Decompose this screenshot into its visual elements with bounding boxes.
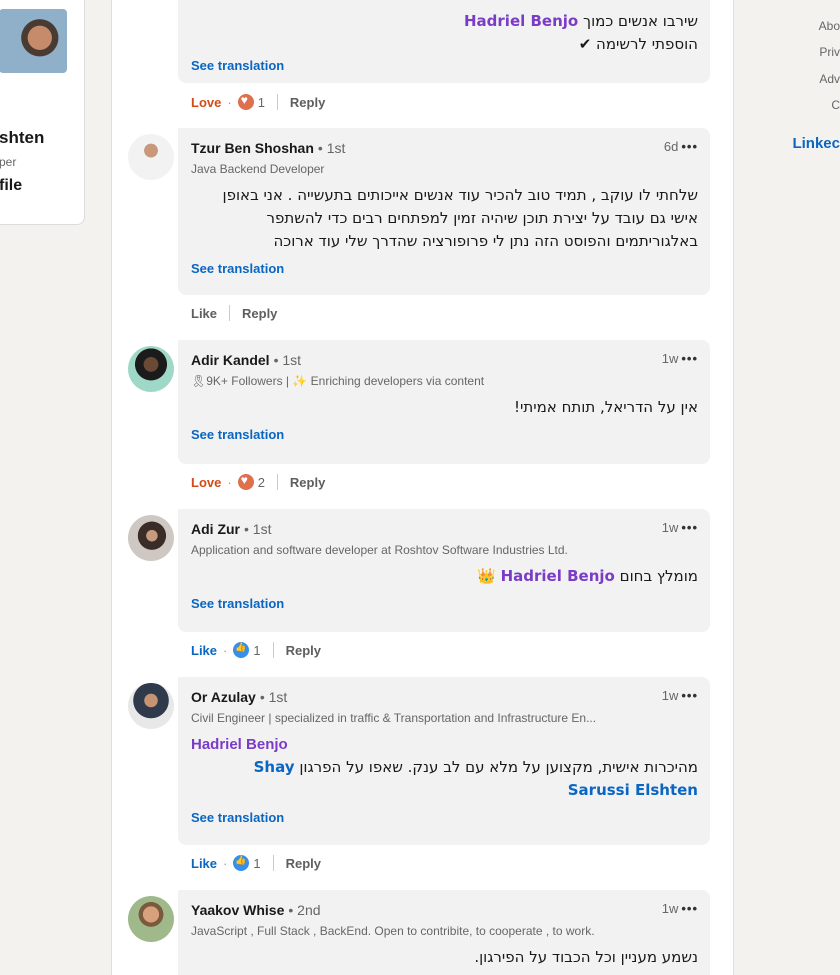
comment-bubble: Or Azulay • 1st Civil Engineer | speciali… (178, 677, 710, 845)
avatar[interactable] (128, 896, 174, 942)
comment-mention-line: Hadriel Benjo (191, 733, 698, 756)
comment-actions: Like Reply (191, 305, 277, 321)
thumbs-up-reaction-icon (233, 642, 250, 658)
comment-actions: Like · 1 Reply (191, 855, 321, 871)
comment-item: Tzur Ben Shoshan • 1st Java Backend Devel… (128, 128, 712, 328)
avatar[interactable] (128, 134, 174, 180)
comment-bubble: Adir Kandel • 1st 🎗9K+ Followers | ✨ Enri… (178, 340, 710, 464)
comment-timestamp: 1w (661, 901, 679, 916)
commenter-name[interactable]: Tzur Ben Shoshan (191, 140, 314, 156)
profile-headline: per (0, 155, 17, 169)
see-translation-link[interactable]: See translation (191, 596, 698, 611)
reaction-count[interactable]: 1 (253, 643, 260, 658)
like-button[interactable]: Like (191, 643, 217, 658)
crown-emoji-icon: 👑 (477, 567, 496, 585)
profile-name[interactable]: shten (0, 128, 44, 148)
thumbs-up-reaction-icon (233, 855, 250, 871)
linkedin-brand: Linkec (792, 135, 840, 152)
avatar[interactable] (128, 346, 174, 392)
reaction-count[interactable]: 2 (258, 475, 265, 490)
comment-text: מהיכרות אישית, מקצוען על מלא עם לב ענק. … (253, 758, 698, 799)
commenter-headline: Civil Engineer | specialized in traffic … (191, 711, 597, 725)
love-reaction-button[interactable]: Love (191, 95, 221, 110)
comment-actions: Like · 1 Reply (191, 642, 321, 658)
commenter-headline: JavaScript , Full Stack , BackEnd. Open … (191, 924, 595, 938)
comment-text: אין על הדריאל, תותח אמיתי! (514, 398, 698, 416)
comment-meta: 1w ••• (662, 351, 698, 366)
reaction-count[interactable]: 1 (253, 856, 260, 871)
comment-bubble: Yaakov Whise • 2nd JavaScript , Full Stac… (178, 890, 710, 975)
reply-button[interactable]: Reply (242, 306, 277, 321)
see-translation-link[interactable]: See translation (191, 810, 698, 825)
comment-meta: 1w ••• (662, 901, 698, 916)
right-rail: Abo Priv Adv C Linkec (760, 0, 840, 975)
avatar[interactable] (128, 515, 174, 561)
more-options-icon[interactable]: ••• (681, 351, 698, 366)
comment-text: שלחתי לו עוקב , תמיד טוב להכיר עוד אנשים… (222, 186, 698, 250)
comment-timestamp: 1w (661, 688, 679, 703)
love-reaction-button[interactable]: Love (191, 475, 221, 490)
connection-degree: • 1st (244, 521, 272, 537)
connection-degree: • 2nd (288, 902, 321, 918)
comment-item: Adir Kandel • 1st 🎗9K+ Followers | ✨ Enri… (128, 340, 712, 500)
like-button[interactable]: Like (191, 306, 217, 321)
comment-text: נשמע מעניין וכל הכבוד על הפירגון. (474, 948, 698, 966)
comment-bubble: Tzur Ben Shoshan • 1st Java Backend Devel… (178, 128, 710, 295)
comment-item: Adi Zur • 1st Application and software de… (128, 509, 712, 669)
footer-link-advertising[interactable]: Adv (819, 72, 840, 86)
comment-actions: Love · 2 Reply (191, 473, 325, 490)
comment-bubble: שירבו אנשים כמוך Hadriel Benjo הוספתי לר… (178, 0, 710, 83)
more-options-icon[interactable]: ••• (681, 520, 698, 535)
mention-link[interactable]: Hadriel Benjo (501, 567, 615, 585)
reply-button[interactable]: Reply (286, 643, 321, 658)
heart-reaction-icon (237, 93, 254, 110)
comment-timestamp: 1w (661, 351, 679, 366)
commenter-headline: Application and software developer at Ro… (191, 543, 568, 557)
connection-degree: • 1st (259, 689, 288, 705)
reaction-count[interactable]: 1 (258, 95, 265, 110)
mention-link[interactable]: Hadriel Benjo (464, 12, 578, 30)
comment-item: שירבו אנשים כמוך Hadriel Benjo הוספתי לר… (128, 0, 712, 120)
see-translation-link[interactable]: See translation (191, 427, 698, 442)
comment-timestamp: 6d (663, 139, 679, 154)
comment-bubble: Adi Zur • 1st Application and software de… (178, 509, 710, 632)
see-translation-link[interactable]: See translation (191, 58, 698, 73)
comment-meta: 1w ••• (662, 688, 698, 703)
commenter-name[interactable]: Or Azulay (191, 689, 256, 705)
comment-timestamp: 1w (661, 520, 679, 535)
commenter-name[interactable]: Adi Zur (191, 521, 240, 537)
comment-item: Or Azulay • 1st Civil Engineer | speciali… (128, 677, 712, 877)
reply-button[interactable]: Reply (290, 475, 325, 490)
reply-button[interactable]: Reply (286, 856, 321, 871)
comment-meta: 1w ••• (662, 520, 698, 535)
more-options-icon[interactable]: ••• (681, 901, 698, 916)
mention-link[interactable]: Hadriel Benjo (191, 736, 288, 753)
comment-item: Yaakov Whise • 2nd JavaScript , Full Stac… (128, 890, 712, 975)
comment-text: מומלץ בחום Hadriel Benjo 👑 (477, 567, 698, 585)
connection-degree: • 1st (273, 352, 302, 368)
more-options-icon[interactable]: ••• (681, 139, 698, 154)
reply-button[interactable]: Reply (290, 95, 325, 110)
commenter-name[interactable]: Adir Kandel (191, 352, 270, 368)
commenter-headline: 🎗9K+ Followers | ✨ Enriching developers … (191, 374, 485, 388)
commenter-headline: Java Backend Developer (191, 162, 325, 176)
like-button[interactable]: Like (191, 856, 217, 871)
footer-link-about[interactable]: Abo (819, 19, 840, 33)
view-profile-link[interactable]: file (0, 177, 22, 195)
commenter-name[interactable]: Yaakov Whise (191, 902, 284, 918)
comment-actions: Love · 1 Reply (191, 93, 325, 110)
connection-degree: • 1st (317, 140, 346, 156)
heart-reaction-icon (237, 473, 254, 490)
profile-cover-photo (0, 9, 67, 73)
footer-link-privacy[interactable]: Priv (819, 45, 840, 59)
comment-meta: 6d ••• (664, 139, 698, 154)
footer-link-more[interactable]: C (831, 98, 840, 112)
comment-text: שירבו אנשים כמוך Hadriel Benjo הוספתי לר… (464, 12, 698, 53)
more-options-icon[interactable]: ••• (681, 688, 698, 703)
avatar[interactable] (128, 683, 174, 729)
see-translation-link[interactable]: See translation (191, 261, 698, 276)
profile-card: shten per file (0, 0, 85, 225)
